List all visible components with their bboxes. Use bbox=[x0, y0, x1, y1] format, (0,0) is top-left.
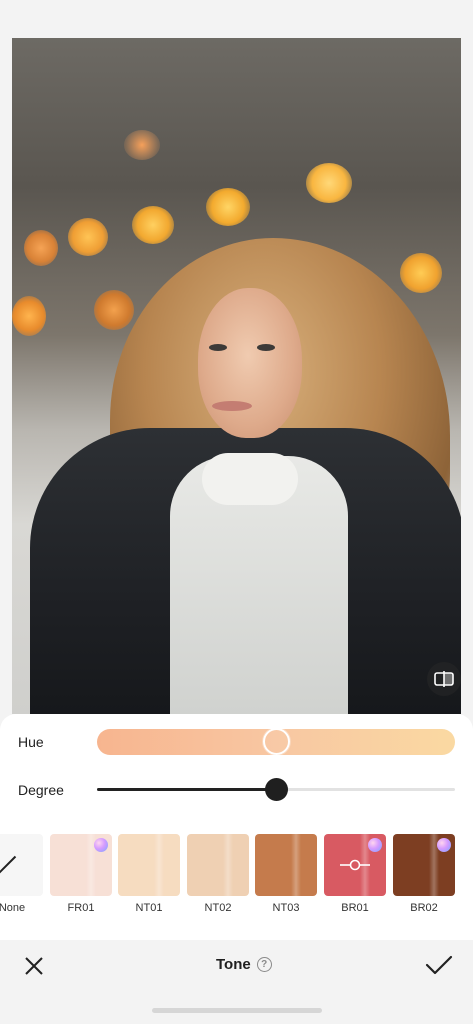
tone-preset-strip[interactable]: None FR01 NT01 NT02 NT03 BR01 BR02 bbox=[0, 834, 473, 924]
adjust-icon bbox=[340, 859, 370, 871]
preset-label: FR01 bbox=[67, 902, 95, 914]
gem-icon bbox=[437, 838, 451, 852]
degree-slider-handle[interactable] bbox=[264, 778, 288, 801]
title-group: Tone ? bbox=[216, 956, 272, 973]
hue-label: Hue bbox=[18, 734, 44, 750]
preset-nt02[interactable]: NT02 bbox=[187, 834, 249, 914]
bokeh-light bbox=[400, 253, 442, 293]
subject-eye bbox=[257, 344, 275, 351]
bokeh-light bbox=[68, 218, 108, 256]
bokeh-light bbox=[306, 163, 352, 203]
preset-fr01[interactable]: FR01 bbox=[50, 834, 112, 914]
preset-label: NT01 bbox=[135, 902, 163, 914]
compare-button[interactable] bbox=[427, 662, 461, 696]
preset-label: BR01 bbox=[341, 902, 369, 914]
gem-icon bbox=[368, 838, 382, 852]
preset-label: NT02 bbox=[204, 902, 232, 914]
preset-swatch bbox=[118, 834, 180, 896]
help-icon[interactable]: ? bbox=[256, 957, 272, 972]
none-slash-icon bbox=[0, 855, 17, 875]
bokeh-light bbox=[132, 206, 174, 244]
subject-eye bbox=[209, 344, 227, 351]
preset-nt03[interactable]: NT03 bbox=[255, 834, 317, 914]
page-title: Tone bbox=[216, 956, 251, 973]
preset-nt01[interactable]: NT01 bbox=[118, 834, 180, 914]
preset-swatch bbox=[255, 834, 317, 896]
gem-icon bbox=[94, 838, 108, 852]
hue-slider-handle[interactable] bbox=[262, 728, 290, 755]
home-indicator bbox=[152, 1008, 322, 1013]
close-icon bbox=[25, 957, 43, 975]
degree-label: Degree bbox=[18, 782, 64, 798]
bokeh-light bbox=[12, 296, 46, 336]
preset-swatch bbox=[0, 834, 43, 896]
subject-lips bbox=[212, 401, 252, 411]
compare-icon bbox=[434, 671, 454, 687]
bokeh-light bbox=[124, 130, 160, 160]
tone-editor-screen: Hue Degree None FR01 NT01 NT02 NT03 BR01… bbox=[0, 0, 473, 1024]
subject-collar bbox=[202, 453, 298, 505]
cancel-button[interactable] bbox=[22, 954, 46, 978]
bokeh-light bbox=[206, 188, 250, 226]
confirm-button[interactable] bbox=[424, 952, 454, 978]
preset-label: None bbox=[0, 902, 26, 914]
degree-slider-fill bbox=[97, 788, 276, 791]
subject-face bbox=[198, 288, 302, 438]
photo-canvas[interactable] bbox=[12, 38, 461, 714]
bokeh-light bbox=[24, 230, 58, 266]
bottom-bar: Tone ? bbox=[0, 940, 473, 1024]
preset-br02[interactable]: BR02 bbox=[393, 834, 455, 914]
bokeh-light bbox=[94, 290, 134, 330]
preset-none[interactable]: None bbox=[0, 834, 43, 914]
preset-label: BR02 bbox=[410, 902, 438, 914]
preset-label: NT03 bbox=[272, 902, 300, 914]
check-icon bbox=[425, 955, 453, 975]
preset-br01[interactable]: BR01 bbox=[324, 834, 386, 914]
preset-swatch bbox=[187, 834, 249, 896]
